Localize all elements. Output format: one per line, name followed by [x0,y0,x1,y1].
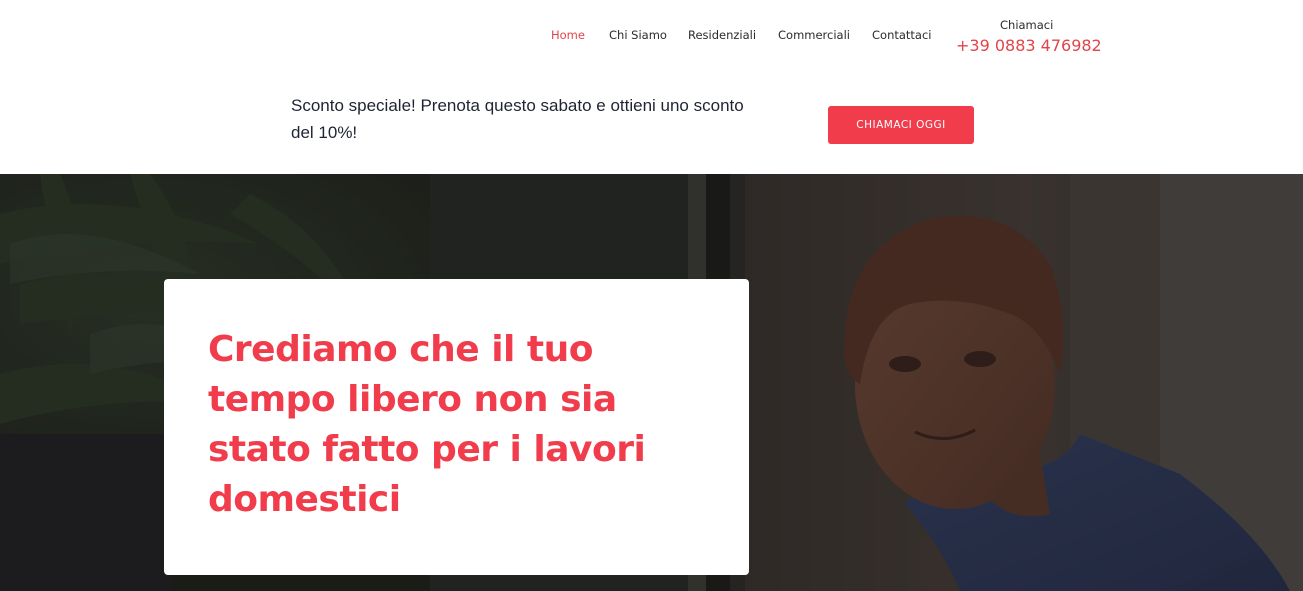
call-today-button[interactable]: CHIAMACI OGGI [828,106,974,144]
hero-title: Crediamo che il tuo tempo libero non sia… [208,329,646,520]
call-label: Chiamaci [1000,18,1054,32]
nav-item-chi-siamo[interactable]: Chi Siamo [609,28,667,42]
nav-item-contattaci[interactable]: Contattaci [872,28,932,42]
call-phone-link[interactable]: +39 0883 476982 [956,36,1102,55]
promo-bar: Sconto speciale! Prenota questo sabato e… [0,80,1303,174]
nav-item-commerciali[interactable]: Commerciali [778,28,850,42]
site-header: Home Chi Siamo Residenziali Commerciali … [0,0,1303,80]
hero-card: Crediamo che il tuo tempo libero non sia… [164,279,749,575]
hero-section: Crediamo che il tuo tempo libero non sia… [0,174,1303,591]
promo-text: Sconto speciale! Prenota questo sabato e… [291,96,744,142]
nav-item-residenziali[interactable]: Residenziali [688,28,756,42]
nav-item-home[interactable]: Home [551,28,585,42]
